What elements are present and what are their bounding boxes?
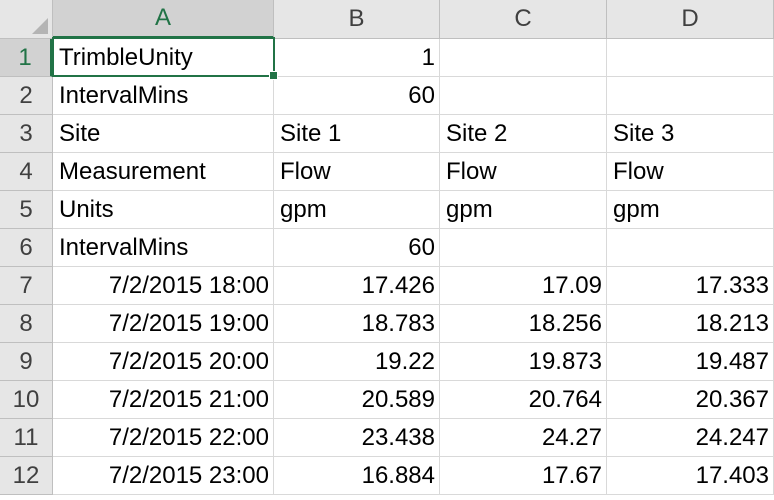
cell-a9[interactable]: 7/2/2015 20:00 bbox=[53, 343, 274, 381]
cell-b5[interactable]: gpm bbox=[274, 191, 440, 229]
row-header[interactable]: 12 bbox=[0, 457, 53, 495]
cell-b3[interactable]: Site 1 bbox=[274, 115, 440, 153]
cell-c7[interactable]: 17.09 bbox=[440, 267, 607, 305]
cell-d1[interactable] bbox=[607, 39, 774, 77]
row-header[interactable]: 5 bbox=[0, 191, 53, 229]
cell-c1[interactable] bbox=[440, 39, 607, 77]
cell-b8[interactable]: 18.783 bbox=[274, 305, 440, 343]
row-header[interactable]: 3 bbox=[0, 115, 53, 153]
column-header-d[interactable]: D bbox=[607, 0, 774, 39]
cell-b1[interactable]: 1 bbox=[274, 39, 440, 77]
column-header-a[interactable]: A bbox=[53, 0, 274, 39]
cell-d8[interactable]: 18.213 bbox=[607, 305, 774, 343]
cell-a6[interactable]: IntervalMins bbox=[53, 229, 274, 267]
cell-d10[interactable]: 20.367 bbox=[607, 381, 774, 419]
cell-d12[interactable]: 17.403 bbox=[607, 457, 774, 495]
row-header[interactable]: 7 bbox=[0, 267, 53, 305]
cell-a2[interactable]: IntervalMins bbox=[53, 77, 274, 115]
row-header[interactable]: 9 bbox=[0, 343, 53, 381]
row-header[interactable]: 8 bbox=[0, 305, 53, 343]
row-header[interactable]: 4 bbox=[0, 153, 53, 191]
cell-b11[interactable]: 23.438 bbox=[274, 419, 440, 457]
select-all-icon bbox=[32, 18, 48, 34]
cell-d5[interactable]: gpm bbox=[607, 191, 774, 229]
cell-b7[interactable]: 17.426 bbox=[274, 267, 440, 305]
cell-b2[interactable]: 60 bbox=[274, 77, 440, 115]
cell-a10[interactable]: 7/2/2015 21:00 bbox=[53, 381, 274, 419]
row-header[interactable]: 1 bbox=[0, 39, 53, 77]
fill-handle[interactable] bbox=[269, 71, 278, 80]
cell-d6[interactable] bbox=[607, 229, 774, 267]
cell-b4[interactable]: Flow bbox=[274, 153, 440, 191]
cell-d7[interactable]: 17.333 bbox=[607, 267, 774, 305]
cell-c10[interactable]: 20.764 bbox=[440, 381, 607, 419]
cell-d2[interactable] bbox=[607, 77, 774, 115]
cell-d11[interactable]: 24.247 bbox=[607, 419, 774, 457]
cell-c9[interactable]: 19.873 bbox=[440, 343, 607, 381]
cell-c5[interactable]: gpm bbox=[440, 191, 607, 229]
cell-d3[interactable]: Site 3 bbox=[607, 115, 774, 153]
cell-d4[interactable]: Flow bbox=[607, 153, 774, 191]
cell-b9[interactable]: 19.22 bbox=[274, 343, 440, 381]
cell-c3[interactable]: Site 2 bbox=[440, 115, 607, 153]
cell-b12[interactable]: 16.884 bbox=[274, 457, 440, 495]
row-header[interactable]: 11 bbox=[0, 419, 53, 457]
cell-c8[interactable]: 18.256 bbox=[440, 305, 607, 343]
cell-a8[interactable]: 7/2/2015 19:00 bbox=[53, 305, 274, 343]
column-header-c[interactable]: C bbox=[440, 0, 607, 39]
spreadsheet-grid: A B C D 1 TrimbleUnity 1 2 IntervalMins … bbox=[0, 0, 774, 500]
row-header[interactable]: 10 bbox=[0, 381, 53, 419]
cell-a12[interactable]: 7/2/2015 23:00 bbox=[53, 457, 274, 495]
cell-d9[interactable]: 19.487 bbox=[607, 343, 774, 381]
cell-b10[interactable]: 20.589 bbox=[274, 381, 440, 419]
row-header[interactable]: 2 bbox=[0, 77, 53, 115]
cell-a1[interactable]: TrimbleUnity bbox=[53, 39, 274, 77]
cell-c11[interactable]: 24.27 bbox=[440, 419, 607, 457]
cell-c6[interactable] bbox=[440, 229, 607, 267]
cell-a7[interactable]: 7/2/2015 18:00 bbox=[53, 267, 274, 305]
cell-c4[interactable]: Flow bbox=[440, 153, 607, 191]
row-header[interactable]: 6 bbox=[0, 229, 53, 267]
cell-c2[interactable] bbox=[440, 77, 607, 115]
column-header-b[interactable]: B bbox=[274, 0, 440, 39]
cell-b6[interactable]: 60 bbox=[274, 229, 440, 267]
cell-c12[interactable]: 17.67 bbox=[440, 457, 607, 495]
select-all-button[interactable] bbox=[0, 0, 53, 39]
cell-a5[interactable]: Units bbox=[53, 191, 274, 229]
cell-a4[interactable]: Measurement bbox=[53, 153, 274, 191]
cell-a3[interactable]: Site bbox=[53, 115, 274, 153]
cell-a11[interactable]: 7/2/2015 22:00 bbox=[53, 419, 274, 457]
